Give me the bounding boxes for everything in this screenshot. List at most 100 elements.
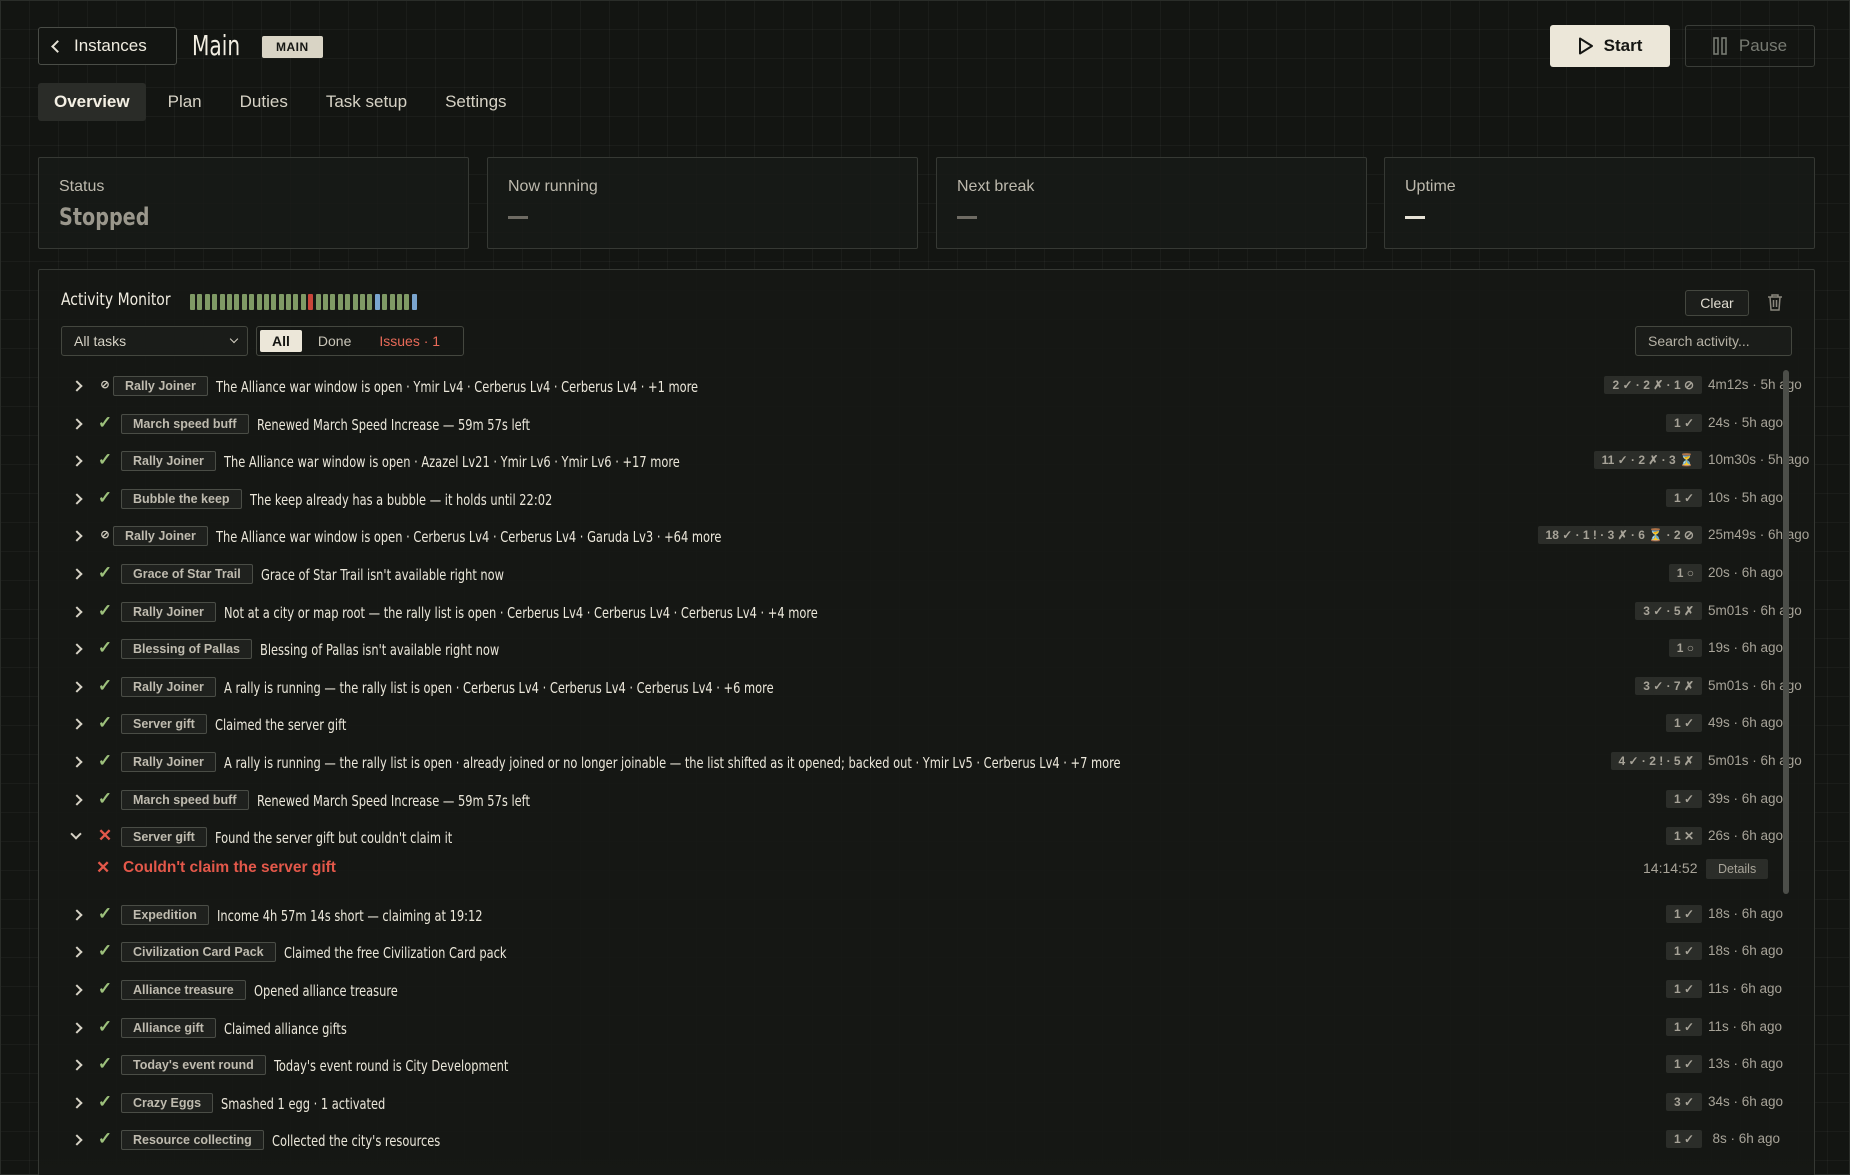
result-count-badge: 1 ✓ — [1665, 789, 1702, 808]
chevron-down-icon — [229, 334, 239, 344]
tab-settings[interactable]: Settings — [429, 83, 522, 121]
result-count-badge: 1 ✓ — [1665, 1130, 1702, 1149]
chevron-right-icon[interactable] — [71, 380, 83, 392]
chevron-right-icon[interactable] — [71, 984, 83, 996]
clear-button[interactable]: Clear — [1685, 290, 1749, 316]
chevron-right-icon[interactable] — [71, 1097, 83, 1109]
activity-row[interactable]: ✓ Rally Joiner Not at a city or map root —… — [39, 593, 1802, 631]
spark-bar — [286, 294, 292, 310]
activity-detail-row: ✕ Couldn't claim the server gift 14:14:52 D… — [39, 856, 1780, 896]
chevron-right-icon[interactable] — [71, 756, 83, 768]
task-tag: Alliance gift — [121, 1017, 216, 1038]
activity-row[interactable]: ✓ March speed buff Renewed March Speed Inc… — [39, 405, 1783, 443]
activity-time: 26s · 6h ago — [1708, 828, 1784, 844]
tab-plan[interactable]: Plan — [152, 83, 218, 121]
chevron-right-icon[interactable] — [71, 605, 83, 618]
task-tag: Resource collecting — [121, 1130, 264, 1151]
spark-bar — [190, 294, 195, 310]
next-break-card: Next break — [936, 157, 1367, 249]
activity-row[interactable]: ✓ Crazy Eggs Smashed 1 egg · 1 activated 3 … — [39, 1084, 1784, 1122]
spark-bar — [212, 294, 218, 310]
activity-message: The Alliance war window is open · Azazel… — [224, 453, 680, 472]
activity-time: 5m01s · 6h ago — [1708, 602, 1802, 618]
chevron-right-icon[interactable] — [71, 681, 83, 693]
activity-row[interactable]: ✓ Rally Joiner A rally is running — the ra… — [39, 668, 1802, 706]
activity-row[interactable]: ⊘ Rally Joiner The Alliance war window is … — [39, 517, 1809, 555]
result-count-badge: 3 ✓ · 7 ✗ — [1635, 676, 1702, 695]
filter-issues[interactable]: Issues · 1 — [367, 330, 452, 352]
tab-task-setup[interactable]: Task setup — [310, 83, 423, 121]
uptime-label: Uptime — [1405, 178, 1456, 195]
error-detail-message: Couldn't claim the server gift — [123, 858, 336, 876]
check-icon: ✓ — [97, 1016, 113, 1036]
chevron-right-icon[interactable] — [71, 1134, 83, 1146]
scrollbar[interactable] — [1783, 370, 1789, 894]
pause-button[interactable]: Pause — [1685, 25, 1815, 67]
filter-all[interactable]: All — [260, 330, 302, 352]
activity-time: 49s · 6h ago — [1708, 715, 1784, 731]
activity-row[interactable]: ✓ Rally Joiner A rally is running — the ra… — [39, 743, 1802, 781]
activity-row[interactable]: ✓ Grace of Star Trail Grace of Star Trail … — [39, 555, 1783, 593]
activity-row[interactable]: ✓ Expedition Income 4h 57m 14s short — cla… — [39, 896, 1783, 934]
task-tag: Crazy Eggs — [121, 1092, 214, 1113]
filter-done[interactable]: Done — [306, 330, 363, 352]
spark-bar — [396, 294, 402, 310]
chevron-right-icon[interactable] — [71, 643, 83, 655]
search-activity-input[interactable] — [1635, 326, 1792, 356]
start-button-label: Start — [1603, 36, 1643, 55]
activity-message: Not at a city or map root — the rally li… — [224, 603, 818, 622]
activity-message: Blessing of Pallas isn't available right… — [260, 641, 500, 660]
activity-row[interactable]: ✓ Rally Joiner The Alliance war window is … — [39, 442, 1809, 480]
activity-message: A rally is running — the rally list is o… — [224, 678, 774, 697]
chevron-right-icon[interactable] — [71, 1059, 83, 1071]
result-count-badge: 3 ✓ · 5 ✗ — [1635, 601, 1702, 620]
activity-row[interactable]: ⊘ Rally Joiner The Alliance war window is … — [39, 367, 1802, 405]
activity-row[interactable]: ✓ Server gift Claimed the server gift 1 ✓ 49… — [39, 705, 1784, 743]
check-icon: ✓ — [97, 487, 113, 507]
activity-row[interactable]: ✓ Civilization Card Pack Claimed the free … — [39, 933, 1783, 971]
activity-row[interactable]: ✓ Today's event round Today's event round … — [39, 1046, 1783, 1084]
chevron-right-icon[interactable] — [71, 718, 83, 731]
check-icon: ✓ — [97, 788, 113, 808]
activity-monitor-title: Activity Monitor — [61, 290, 171, 310]
chevron-right-icon[interactable] — [71, 909, 83, 921]
chevron-right-icon[interactable] — [71, 793, 83, 806]
chevron-right-icon[interactable] — [71, 946, 83, 958]
activity-message: The keep already has a bubble — it holds… — [250, 490, 553, 509]
activity-row[interactable]: ✓ Alliance gift Claimed alliance gifts 1 ✓ 1… — [39, 1009, 1782, 1047]
tab-overview[interactable]: Overview — [38, 83, 146, 121]
task-tag: Today's event round — [121, 1055, 266, 1076]
chevron-right-icon[interactable] — [71, 493, 83, 505]
spark-bar — [359, 294, 365, 310]
chevron-right-icon[interactable] — [71, 1021, 83, 1034]
activity-row[interactable]: ✓ Blessing of Pallas Blessing of Pallas is… — [39, 630, 1783, 668]
chevron-right-icon[interactable] — [71, 568, 83, 580]
instance-badge: MAIN — [262, 36, 323, 58]
chevron-right-icon[interactable] — [71, 455, 83, 467]
back-to-instances-button[interactable]: Instances — [38, 27, 177, 65]
spark-bar — [197, 294, 203, 310]
trash-icon[interactable] — [1767, 293, 1783, 316]
skipped-icon: ⊘ — [100, 529, 110, 542]
activity-row[interactable]: ✓ March speed buff Renewed March Speed Inc… — [39, 781, 1784, 819]
chevron-right-icon[interactable] — [71, 530, 83, 543]
task-filter-select[interactable]: All tasks — [61, 326, 248, 356]
result-count-badge: 2 ✓ · 2 ✗ · 1 ⊘ — [1604, 376, 1702, 394]
activity-row[interactable]: ✓ Bubble the keep The keep already has a b… — [39, 480, 1783, 518]
back-button-label: Instances — [74, 36, 147, 55]
chevron-right-icon[interactable] — [71, 417, 83, 430]
spark-bar — [256, 294, 262, 310]
activity-message: The Alliance war window is open · Cerber… — [216, 528, 722, 547]
spark-bar — [382, 294, 388, 310]
task-tag: Rally Joiner — [121, 751, 216, 772]
activity-time: 34s · 6h ago — [1708, 1093, 1784, 1109]
details-button[interactable]: Details — [1706, 858, 1769, 879]
tab-duties[interactable]: Duties — [224, 83, 304, 121]
activity-time: 39s · 6h ago — [1708, 790, 1784, 806]
spark-bar — [226, 294, 232, 310]
activity-row[interactable]: ✓ Alliance treasure Opened alliance treasu… — [39, 971, 1782, 1009]
start-button[interactable]: Start — [1550, 25, 1670, 67]
chevron-down-icon[interactable] — [70, 828, 82, 840]
activity-row[interactable]: ✕ Server gift Found the server gift but co… — [39, 818, 1784, 856]
pause-icon — [1713, 37, 1727, 55]
